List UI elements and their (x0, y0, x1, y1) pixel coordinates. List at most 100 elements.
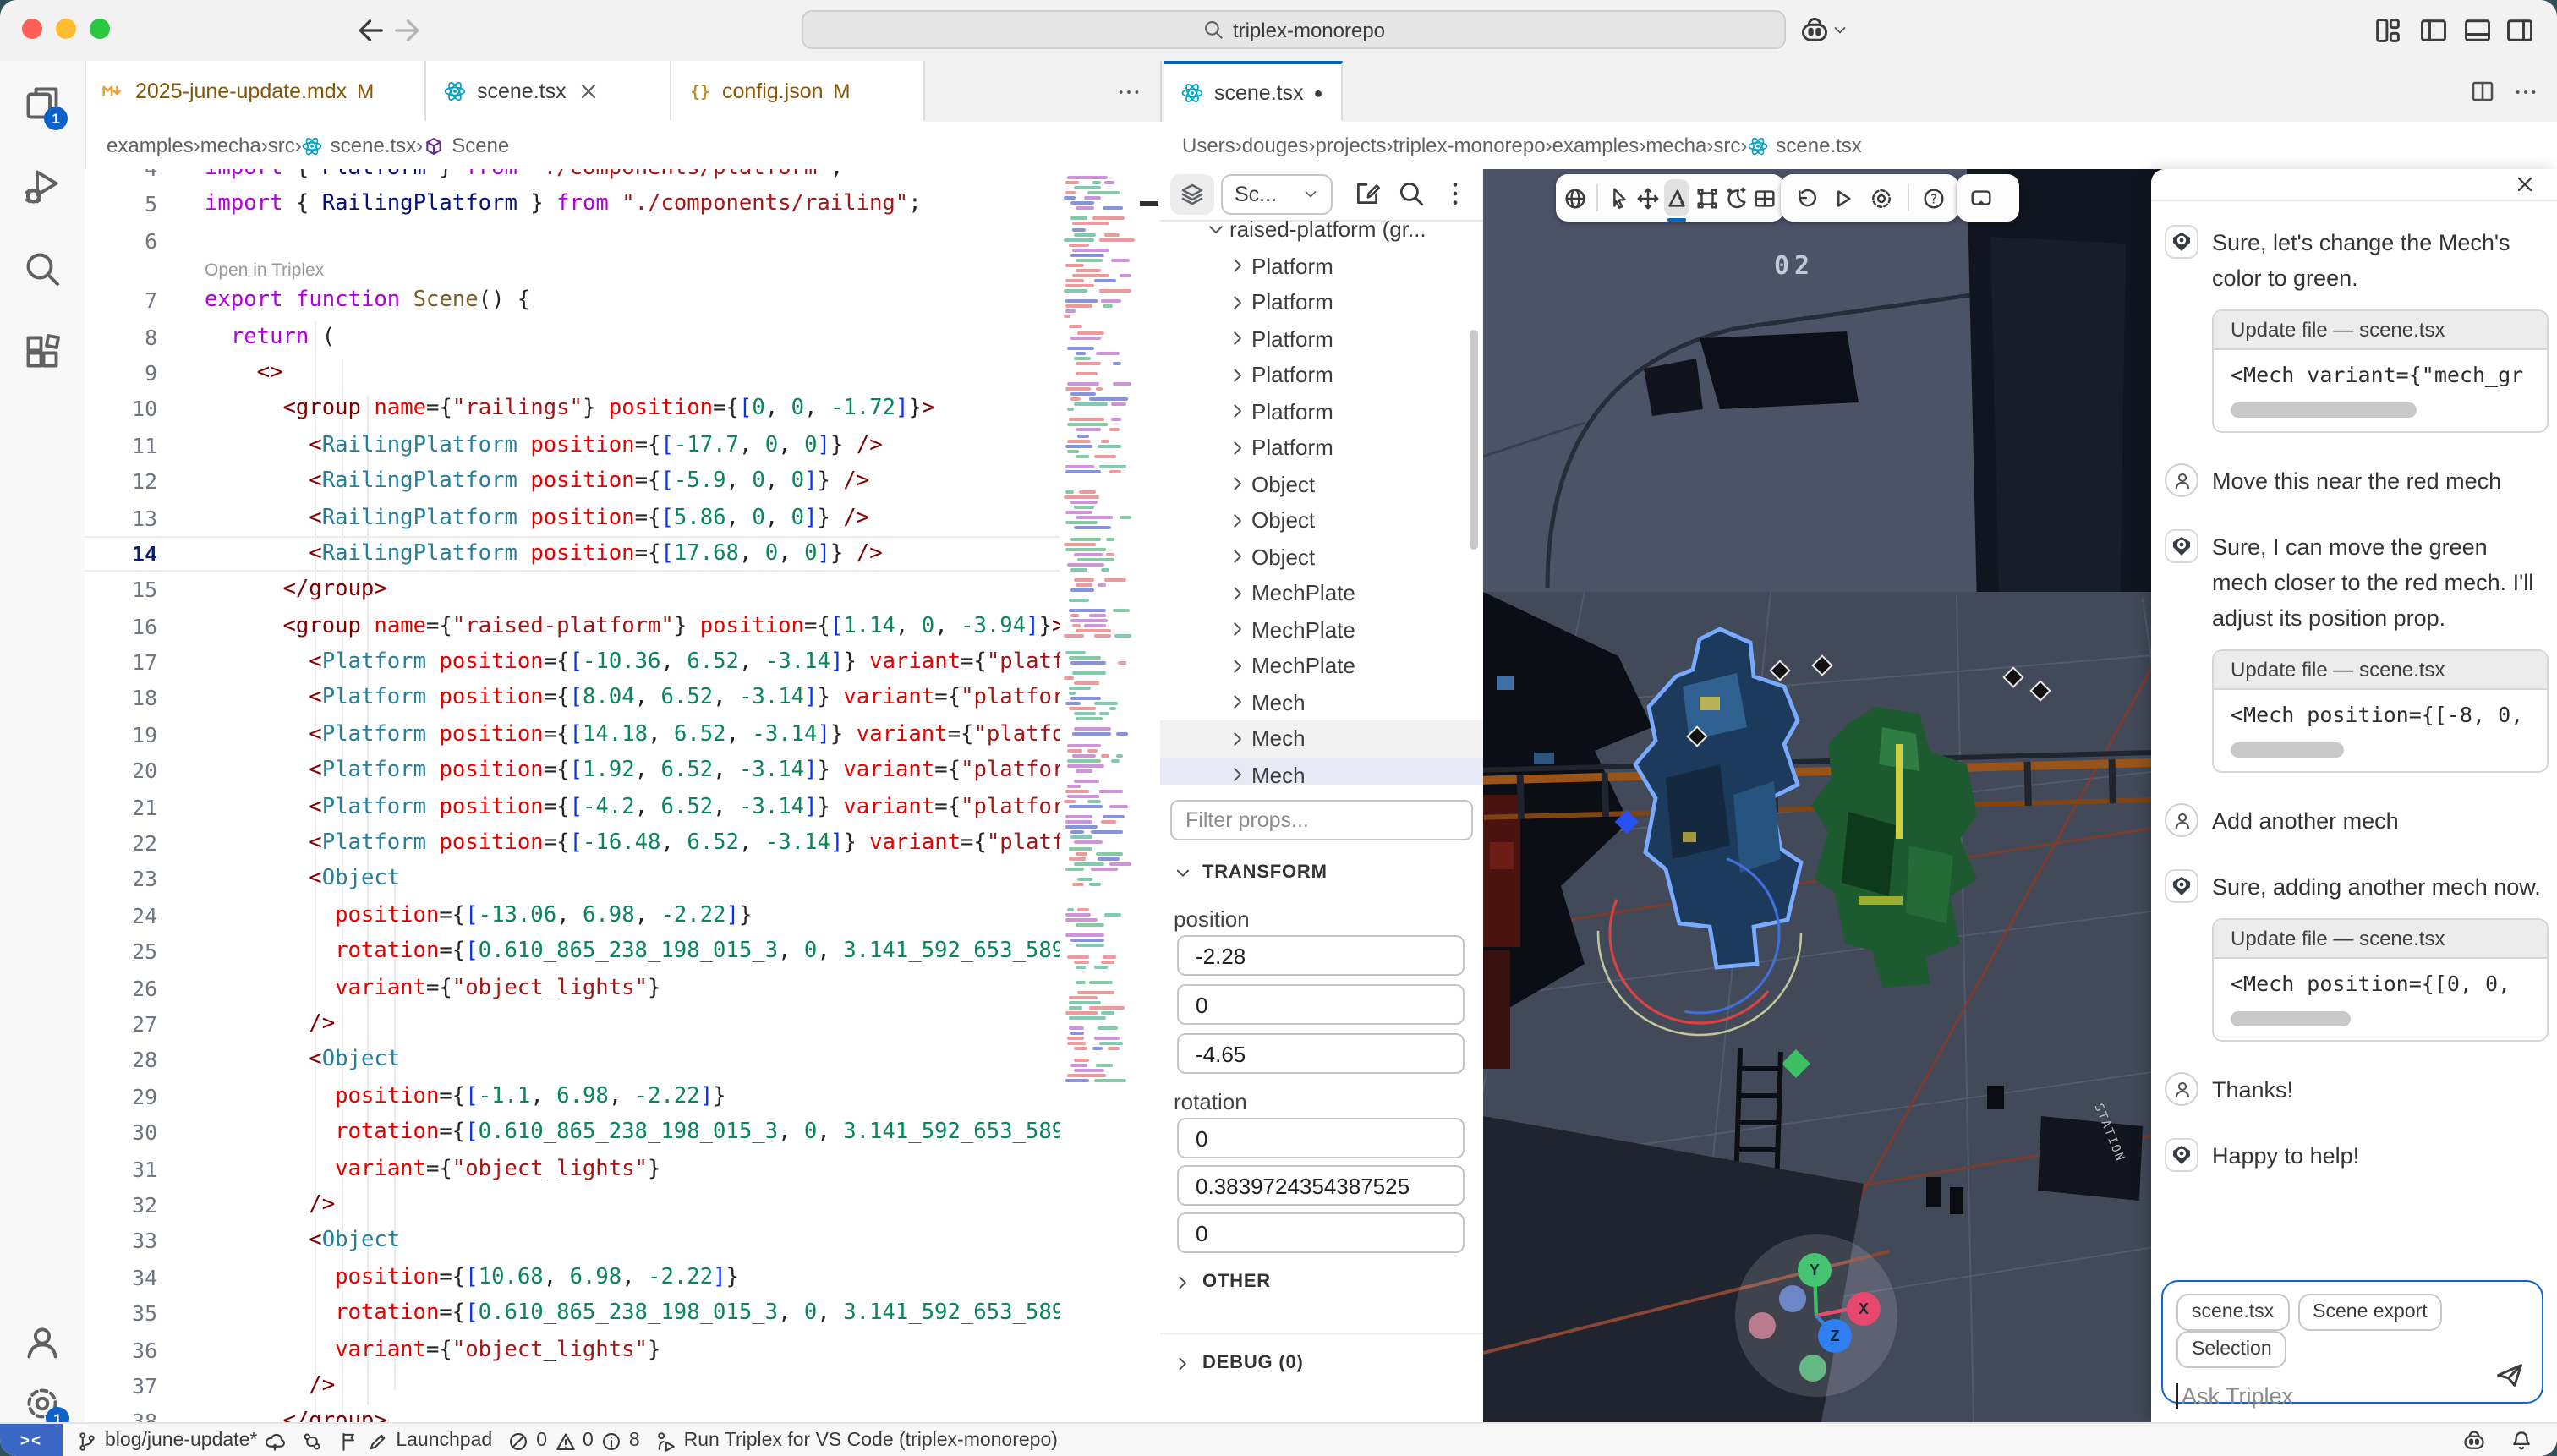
code-line[interactable]: 10 <group name={"railings"} position={[0… (85, 391, 1160, 428)
help-icon[interactable]: ? (1917, 179, 1952, 216)
toggle-primary-sidebar-icon[interactable] (2418, 15, 2449, 46)
code-line[interactable]: 36 variant={"object_lights"} (85, 1332, 1160, 1368)
problems-item[interactable]: 0 0 8 (507, 1430, 640, 1452)
chevron-right-icon[interactable] (1228, 620, 1248, 640)
code-line[interactable]: 21 <Platform position={[-4.2, 6.52, -3.1… (85, 789, 1160, 825)
axis-x-handle[interactable]: X (1847, 1292, 1881, 1326)
scene-tree-item-mechplate[interactable]: MechPlate (1160, 611, 1483, 648)
scene-tree-item-mechplate[interactable]: MechPlate (1160, 575, 1483, 611)
toggle-panel-icon[interactable] (2462, 15, 2493, 46)
scene-tree-item-mechplate[interactable]: MechPlate (1160, 648, 1483, 684)
tree-scrollbar[interactable] (1470, 330, 1478, 550)
customize-layout-icon[interactable] (2373, 15, 2403, 46)
chevron-right-icon[interactable] (1228, 474, 1248, 495)
scene-tree-item-platform[interactable]: Platform (1160, 284, 1483, 320)
environment-tool-icon[interactable] (1722, 179, 1748, 216)
remote-indicator[interactable]: >< (0, 1424, 63, 1456)
dirty-indicator[interactable]: ● (1314, 84, 1323, 101)
breadcrumb-item[interactable]: Scene (423, 134, 509, 157)
update-file-card[interactable]: Update file — scene.tsx <Mech position={[… (2212, 649, 2549, 773)
breadcrumb-item[interactable]: examples (1552, 134, 1640, 157)
close-icon[interactable] (2513, 172, 2537, 196)
maximize-window-button[interactable] (90, 19, 110, 39)
chevron-right-icon[interactable] (1228, 656, 1248, 676)
send-icon[interactable] (2494, 1360, 2525, 1390)
code-line[interactable]: 27 /> (85, 1006, 1160, 1043)
toggle-secondary-sidebar-icon[interactable] (2505, 15, 2535, 46)
codelens-open-in-triplex[interactable]: Open in Triplex (205, 259, 324, 282)
scene-tree-item-object[interactable]: Object (1160, 502, 1483, 539)
code-line[interactable]: 15 </group> (85, 572, 1160, 609)
chevron-right-icon[interactable] (1228, 583, 1248, 604)
select-tool-icon[interactable] (1607, 179, 1632, 216)
code-line[interactable]: 35 rotation={[0.610_865_238_198_015_3, 0… (85, 1295, 1160, 1332)
other-section-header[interactable]: OTHER (1174, 1272, 1271, 1292)
code-line[interactable]: 6 (85, 223, 1160, 260)
filter-props-input[interactable] (1170, 800, 1473, 840)
code-line[interactable]: 11 <RailingPlatform position={[-17.7, 0,… (85, 427, 1160, 463)
breadcrumb-item[interactable]: projects (1315, 134, 1386, 157)
transform-section-header[interactable]: TRANSFORM (1174, 862, 1328, 883)
chevron-right-icon[interactable] (1228, 729, 1248, 749)
more-actions-icon[interactable] (1116, 79, 1142, 105)
chevron-down-icon[interactable] (1206, 220, 1226, 240)
axis-y-handle[interactable]: Y (1798, 1253, 1832, 1287)
breadcrumb-item[interactable]: douges (1242, 134, 1309, 157)
code-line[interactable]: 17 <Platform position={[-10.36, 6.52, -3… (85, 644, 1160, 681)
breadcrumb-item[interactable]: triplex-monorepo (1393, 134, 1546, 157)
chat-input-box[interactable]: scene.tsx Scene export Selection Ask Tripl… (2161, 1280, 2543, 1409)
context-chip-selection[interactable]: Selection (2176, 1331, 2287, 1368)
kebab-menu-icon[interactable] (1441, 179, 1470, 208)
editor-tab[interactable]: scene.tsx ● (1164, 61, 1343, 122)
axis-neg-x-handle[interactable] (1749, 1312, 1776, 1339)
chevron-right-icon[interactable] (1228, 329, 1248, 349)
axis-neg-y-handle[interactable] (1799, 1355, 1826, 1382)
rotate-tool-icon[interactable] (1664, 179, 1690, 222)
play-icon[interactable] (1826, 179, 1860, 216)
component-select[interactable]: Sc... (1221, 174, 1333, 215)
split-editor-icon[interactable] (2469, 78, 2496, 105)
search-scene-icon[interactable] (1397, 179, 1426, 208)
code-line[interactable]: 34 position={[10.68, 6.98, -2.22]} (85, 1259, 1160, 1295)
scene-tree-item-raised-platform-gr[interactable]: raised-platform (gr... (1160, 211, 1483, 248)
breadcrumb-item[interactable]: mecha (200, 134, 261, 157)
code-line[interactable]: 28 <Object (85, 1043, 1160, 1079)
editor-tab[interactable]: {} config.json M (671, 61, 925, 122)
code-line[interactable]: 5 import { RailingPlatform } from "./comp… (85, 187, 1160, 223)
chevron-right-icon[interactable] (1228, 511, 1248, 531)
breadcrumb-item[interactable]: examples (107, 134, 194, 157)
scene-layers-button[interactable] (1170, 174, 1214, 215)
scene-tree-item-platform[interactable]: Platform (1160, 320, 1483, 357)
chevron-right-icon[interactable] (1228, 438, 1248, 458)
code-line[interactable]: 20 <Platform position={[1.92, 6.52, -3.1… (85, 753, 1160, 790)
scene-tree-item-platform[interactable]: Platform (1160, 357, 1483, 393)
code-line[interactable]: 16 <group name={"raised-platform"} posit… (85, 608, 1160, 644)
history-forward-button[interactable] (389, 14, 423, 47)
copilot-icon[interactable] (1799, 15, 1830, 46)
code-line[interactable]: 14 <RailingPlatform position={[17.68, 0,… (85, 535, 1160, 572)
axis-z-handle[interactable]: Z (1818, 1319, 1852, 1353)
copilot-status-icon[interactable] (2462, 1429, 2486, 1453)
code-line[interactable]: 7 export function Scene() { (85, 282, 1160, 319)
scene-tree-item-object[interactable]: Object (1160, 539, 1483, 575)
git-branch-item[interactable]: blog/june-update* (76, 1430, 286, 1452)
breadcrumb-item[interactable]: src (268, 134, 295, 157)
rotation-y-input[interactable] (1177, 1165, 1465, 1206)
code-line[interactable]: 12 <RailingPlatform position={[-5.9, 0, … (85, 463, 1160, 500)
more-actions-icon[interactable] (2513, 79, 2538, 105)
run-triplex-item[interactable]: Run Triplex for VS Code (triplex-monorep… (655, 1430, 1058, 1452)
breadcrumb-item[interactable]: scene.tsx (1747, 134, 1862, 157)
code-line[interactable]: 31 variant={"object_lights"} (85, 1151, 1160, 1187)
chevron-right-icon[interactable] (1228, 365, 1248, 386)
translate-tool-icon[interactable] (1635, 179, 1661, 216)
code-line[interactable]: 26 variant={"object_lights"} (85, 970, 1160, 1006)
camera-grid-icon[interactable] (1752, 179, 1777, 216)
code-line[interactable]: 37 /> (85, 1368, 1160, 1404)
scene-tree-item-mech[interactable]: Mech (1160, 757, 1483, 785)
code-line[interactable]: 18 <Platform position={[8.04, 6.52, -3.1… (85, 681, 1160, 717)
axis-neg-z-handle[interactable] (1779, 1285, 1806, 1312)
update-file-card[interactable]: Update file — scene.tsx <Mech position={[… (2212, 918, 2549, 1042)
chevron-right-icon[interactable] (1228, 692, 1248, 713)
chevron-right-icon[interactable] (1228, 765, 1248, 785)
undo-icon[interactable] (1788, 179, 1822, 216)
